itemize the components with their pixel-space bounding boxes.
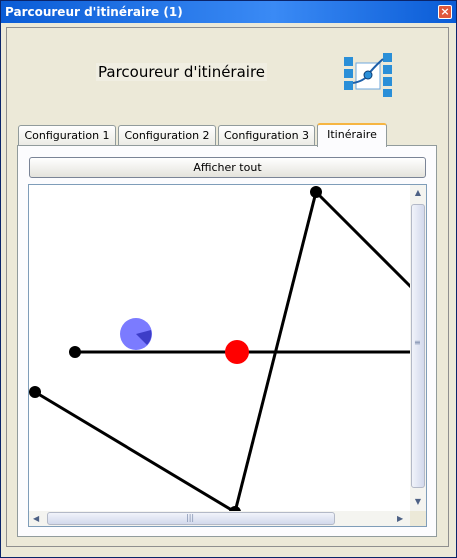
title-bar[interactable]: Parcoureur d'itinéraire (1) × [1, 1, 456, 23]
thumb-grip-icon: ≡ [414, 338, 421, 347]
window-title: Parcoureur d'itinéraire (1) [5, 5, 183, 19]
waypoint-marker[interactable] [29, 386, 41, 398]
waypoint-marker[interactable] [69, 346, 81, 358]
current-position-marker[interactable] [225, 340, 249, 364]
tab-configuration-1[interactable]: Configuration 1 [18, 125, 116, 145]
scrollbar-corner [410, 511, 426, 526]
scroll-right-icon[interactable]: ▶ [397, 514, 403, 523]
tab-configuration-2[interactable]: Configuration 2 [118, 125, 216, 145]
route-logo-icon [344, 53, 392, 97]
tab-itineraire[interactable]: Itinéraire [317, 123, 387, 147]
page-title: Parcoureur d'itinéraire [96, 63, 268, 81]
show-all-button[interactable]: Afficher tout [29, 157, 426, 178]
scroll-down-icon[interactable]: ▼ [413, 497, 423, 506]
route-segment [34, 390, 236, 514]
orientation-marker[interactable] [120, 318, 152, 350]
waypoint-marker[interactable] [310, 186, 322, 198]
route-segment [314, 190, 416, 292]
close-icon: × [440, 5, 450, 18]
route-drawing [29, 186, 416, 518]
scroll-left-icon[interactable]: ◀ [33, 514, 39, 523]
route-canvas[interactable] [28, 184, 427, 527]
thumb-grip-icon: ||| [186, 513, 195, 522]
close-button[interactable]: × [438, 5, 452, 19]
tab-configuration-3[interactable]: Configuration 3 [218, 125, 315, 145]
scroll-up-icon[interactable]: ▲ [413, 188, 423, 197]
